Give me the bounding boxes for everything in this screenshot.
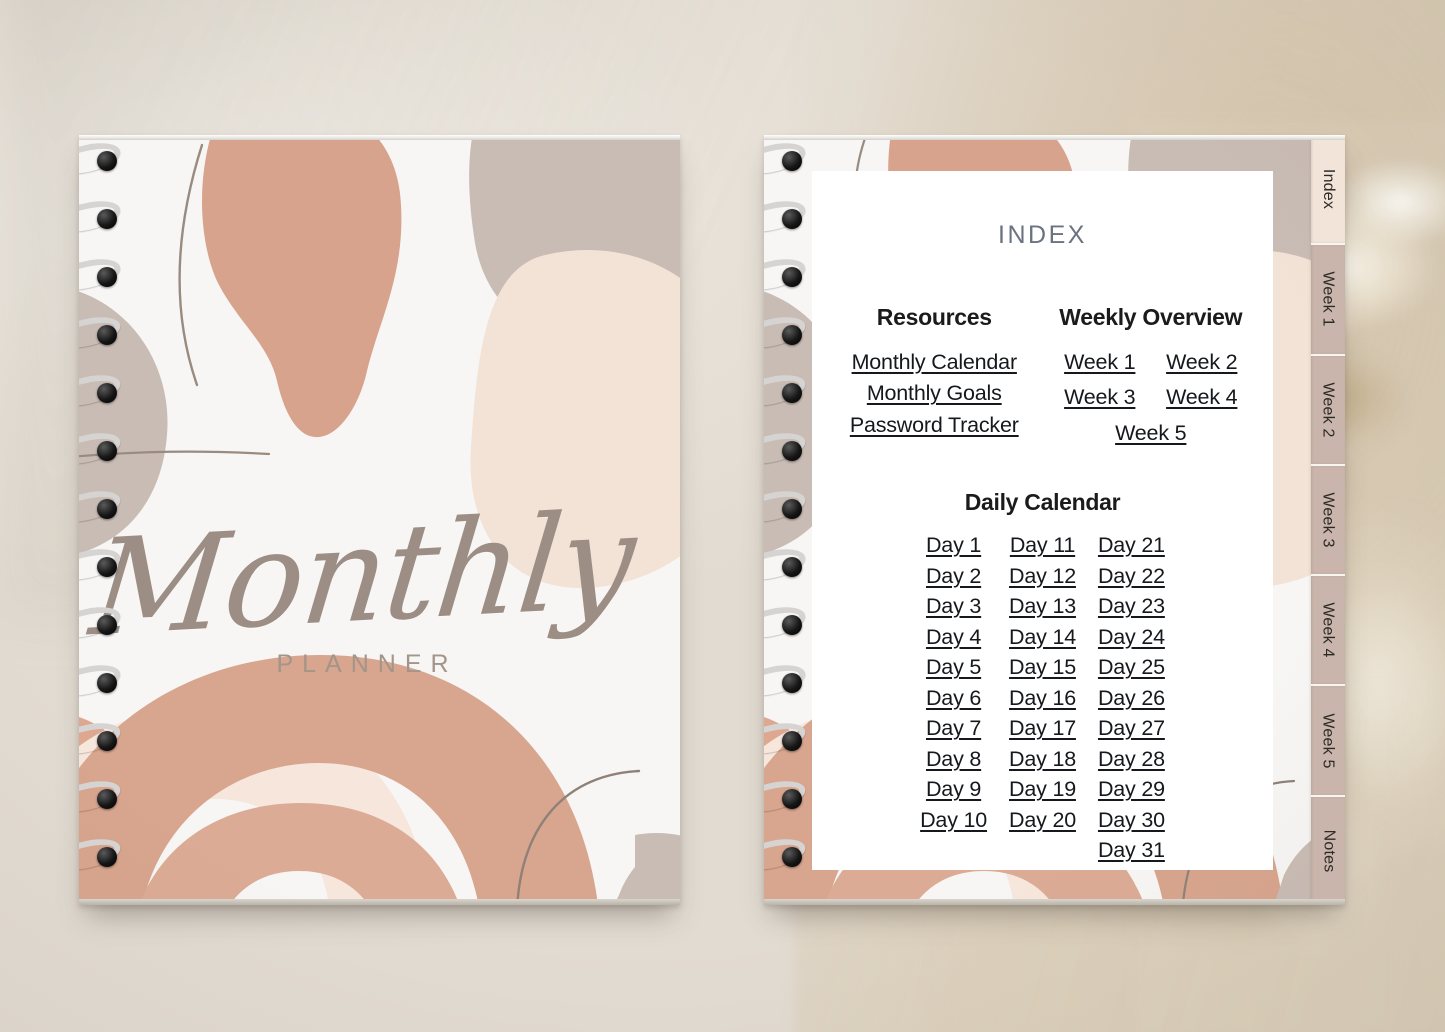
right-notebook-bottom-edge: [764, 899, 1345, 905]
link-day-9[interactable]: Day 9: [926, 774, 981, 805]
right-tab-week-5-label: Week 5: [1320, 712, 1337, 769]
right-tab-week-3-label: Week 3: [1320, 492, 1337, 548]
index-page-notebook[interactable]: INDEX Resources Monthly Calendar Monthly…: [764, 135, 1345, 905]
link-day-31[interactable]: Day 31: [1098, 835, 1165, 866]
link-day-29[interactable]: Day 29: [1098, 774, 1165, 805]
cover-title-block: Monthly PLANNER: [79, 483, 646, 679]
daily-column-1: Day 1 Day 2 Day 3 Day 4 Day 5 Day 6 Day …: [920, 530, 987, 866]
link-day-10[interactable]: Day 10: [920, 805, 987, 836]
link-password-tracker[interactable]: Password Tracker: [826, 410, 1043, 441]
cover-title: Monthly: [84, 483, 641, 667]
right-tab-index-label: Index: [1320, 169, 1338, 210]
daily-column-3: Day 21 Day 22 Day 23 Day 24 Day 25 Day 2…: [1098, 530, 1165, 866]
link-day-15[interactable]: Day 15: [1009, 652, 1076, 683]
link-day-22[interactable]: Day 22: [1098, 561, 1165, 592]
resources-link-list: Monthly Calendar Monthly Goals Password …: [826, 347, 1043, 441]
link-day-3[interactable]: Day 3: [926, 591, 981, 622]
right-tab-week-5[interactable]: Week 5: [1311, 686, 1345, 797]
link-day-12[interactable]: Day 12: [1009, 561, 1076, 592]
right-tab-week-1-label: Week 1: [1320, 271, 1337, 327]
right-tab-week-4[interactable]: Week 4: [1311, 576, 1345, 687]
link-day-20[interactable]: Day 20: [1009, 805, 1076, 836]
link-week-4[interactable]: Week 4: [1159, 382, 1245, 413]
link-day-16[interactable]: Day 16: [1009, 683, 1076, 714]
link-day-24[interactable]: Day 24: [1098, 622, 1165, 653]
daily-column-2: Day 11 Day 12 Day 13 Day 14 Day 15 Day 1…: [1009, 530, 1076, 866]
link-day-5[interactable]: Day 5: [926, 652, 981, 683]
right-tab-index[interactable]: Index: [1311, 135, 1345, 246]
resources-heading: Resources: [876, 304, 992, 330]
link-day-4[interactable]: Day 4: [926, 622, 981, 653]
link-week-1[interactable]: Week 1: [1057, 347, 1143, 378]
link-day-30[interactable]: Day 30: [1098, 805, 1165, 836]
link-day-6[interactable]: Day 6: [926, 683, 981, 714]
daily-calendar-heading: Daily Calendar: [964, 489, 1121, 516]
right-notebook-top-edge: [764, 135, 1345, 140]
right-tab-week-2[interactable]: Week 2: [1311, 355, 1345, 466]
link-day-14[interactable]: Day 14: [1009, 622, 1076, 653]
planner-mockup-scene: Monthly PLANNER Index Week 1 Week 2 Week…: [0, 0, 1445, 1032]
weekly-overview-link-grid: Week 1 Week 2 Week 3 Week 4 Week 5: [1043, 347, 1258, 449]
right-tab-notes-label: Notes: [1320, 829, 1338, 873]
left-notebook-top-edge: [79, 135, 680, 140]
right-tab-week-3[interactable]: Week 3: [1311, 465, 1345, 577]
link-day-13[interactable]: Day 13: [1009, 591, 1076, 622]
link-week-3[interactable]: Week 3: [1057, 382, 1143, 413]
link-day-18[interactable]: Day 18: [1009, 744, 1076, 775]
link-day-27[interactable]: Day 27: [1098, 713, 1165, 744]
index-top-sections: Resources Monthly Calendar Monthly Goals…: [812, 304, 1273, 449]
link-monthly-goals[interactable]: Monthly Goals: [826, 378, 1043, 409]
resources-section: Resources Monthly Calendar Monthly Goals…: [826, 304, 1043, 449]
link-day-25[interactable]: Day 25: [1098, 652, 1165, 683]
left-notebook-bottom-edge: [79, 899, 680, 905]
link-day-23[interactable]: Day 23: [1098, 591, 1165, 622]
link-monthly-calendar[interactable]: Monthly Calendar: [826, 347, 1043, 378]
weekly-overview-section: Weekly Overview Week 1 Week 2 Week 3 Wee…: [1043, 304, 1260, 449]
link-day-11[interactable]: Day 11: [1010, 530, 1076, 561]
link-week-2[interactable]: Week 2: [1159, 347, 1245, 378]
right-tab-week-1[interactable]: Week 1: [1311, 245, 1345, 356]
index-white-sheet: INDEX Resources Monthly Calendar Monthly…: [812, 171, 1273, 905]
right-notebook-tab-strip: Index Week 1 Week 2 Week 3 Week 4 Week 5…: [1311, 135, 1345, 905]
link-day-28[interactable]: Day 28: [1098, 744, 1165, 775]
page-title: INDEX: [998, 221, 1087, 249]
link-day-26[interactable]: Day 26: [1098, 683, 1165, 714]
weekly-overview-heading: Weekly Overview: [1059, 304, 1243, 330]
link-day-2[interactable]: Day 2: [926, 561, 981, 592]
right-tab-week-4-label: Week 4: [1320, 602, 1337, 658]
link-day-17[interactable]: Day 17: [1009, 713, 1076, 744]
link-day-8[interactable]: Day 8: [926, 744, 981, 775]
link-day-19[interactable]: Day 19: [1009, 774, 1076, 805]
right-tab-notes[interactable]: Notes: [1311, 796, 1345, 905]
link-day-1[interactable]: Day 1: [926, 530, 981, 561]
daily-calendar-grid: Day 1 Day 2 Day 3 Day 4 Day 5 Day 6 Day …: [812, 530, 1273, 866]
monthly-planner-cover-notebook[interactable]: Monthly PLANNER Index Week 1 Week 2 Week…: [79, 135, 680, 905]
link-day-7[interactable]: Day 7: [926, 713, 981, 744]
link-week-5[interactable]: Week 5: [1043, 418, 1258, 449]
right-tab-week-2-label: Week 2: [1320, 382, 1337, 438]
link-day-21[interactable]: Day 21: [1098, 530, 1165, 561]
